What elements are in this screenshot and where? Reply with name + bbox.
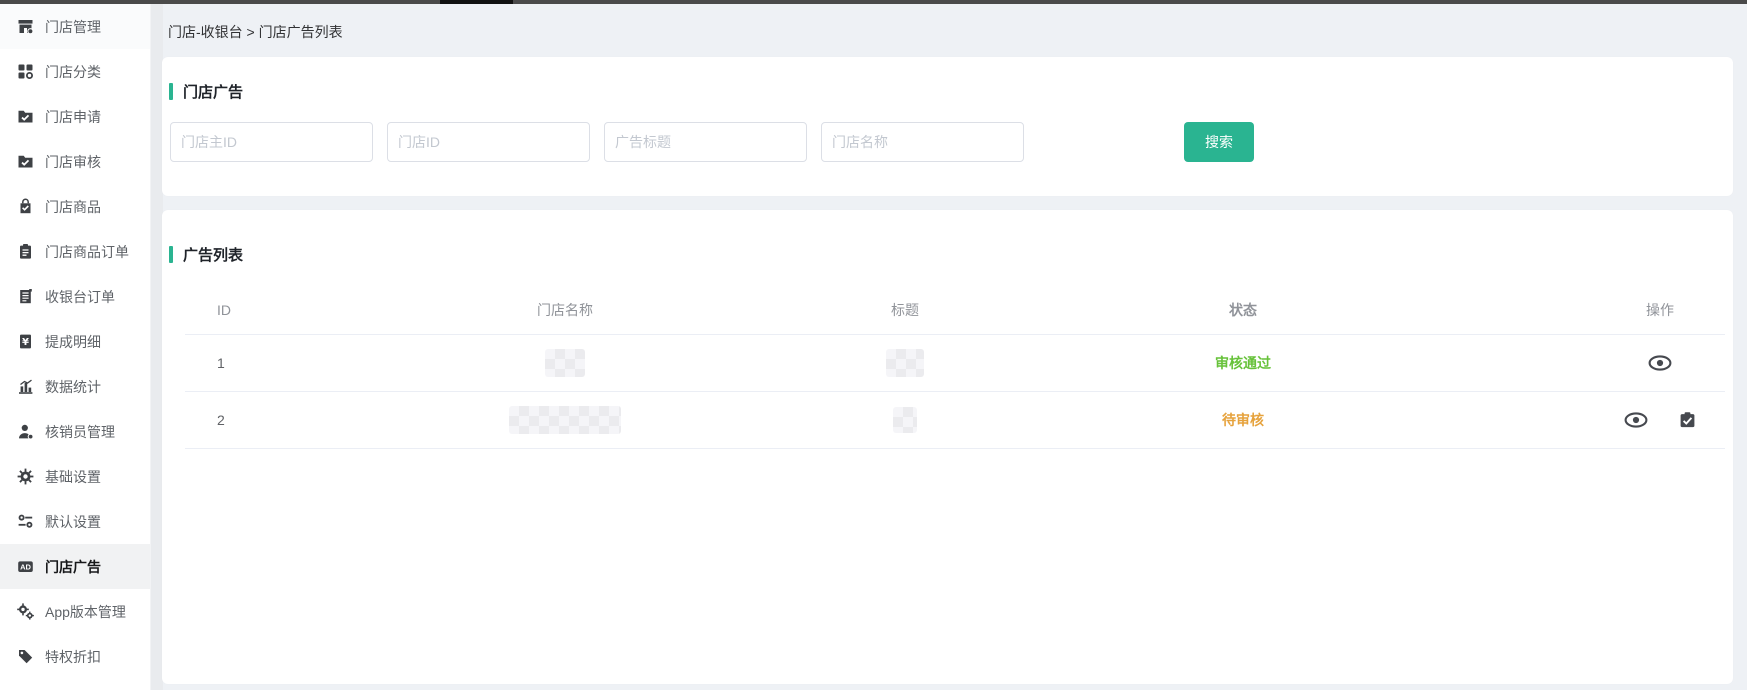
sidebar-item-label: 数据统计 [45, 377, 101, 397]
action-cell [1648, 355, 1672, 372]
sidebar-item-label: 默认设置 [45, 512, 101, 532]
sidebar-item-2[interactable]: 门店分类 [0, 49, 150, 94]
column-header-title: 标题 [891, 300, 919, 320]
storefront-icon [17, 18, 34, 35]
status-badge: 审核通过 [1215, 353, 1271, 373]
view-eye-icon[interactable] [1624, 412, 1648, 429]
window-top-edge-marker [440, 0, 513, 4]
sidebar-item-13[interactable]: AD 门店广告 [0, 544, 150, 589]
sidebar-item-14[interactable]: App版本管理 [0, 589, 150, 634]
cell-id: 1 [217, 355, 225, 371]
action-cell [1624, 412, 1696, 429]
ad-icon: AD [17, 558, 34, 575]
svg-text:¥: ¥ [22, 337, 29, 348]
list-card-title: 广告列表 [169, 244, 243, 265]
sidebar-item-label: 门店分类 [45, 62, 101, 82]
sidebar-menu: 门店管理门店分类门店申请门店审核门店商品门店商品订单收银台订单 ¥ 提成明细数据统计… [0, 4, 150, 679]
gear-icon [17, 468, 34, 485]
search-card-title: 门店广告 [169, 81, 243, 102]
sliders-icon [17, 513, 34, 530]
sidebar-item-15[interactable]: 特权折扣 [0, 634, 150, 679]
search-button[interactable]: 搜索 [1184, 122, 1254, 162]
cell-title-redacted [886, 349, 924, 377]
sidebar-item-label: 门店审核 [45, 152, 101, 172]
yen-book-icon: ¥ [17, 333, 34, 350]
sidebar-item-label: 特权折扣 [45, 647, 101, 667]
status-badge: 待审核 [1222, 410, 1264, 430]
table-header-row: ID 门店名称 标题 状态 操作 [185, 286, 1725, 335]
bag-icon [17, 198, 34, 215]
sidebar-item-4[interactable]: 门店审核 [0, 139, 150, 184]
folder-check-icon [17, 153, 34, 170]
gears-icon [17, 603, 34, 620]
approve-check-icon[interactable] [1679, 412, 1696, 429]
sidebar-item-9[interactable]: 数据统计 [0, 364, 150, 409]
title-accent-bar [169, 83, 173, 100]
sidebar-item-7[interactable]: 收银台订单 [0, 274, 150, 319]
filter-input-4[interactable] [821, 122, 1024, 162]
ad-table: ID 门店名称 标题 状态 操作 1 审核通过 2 待审核 [185, 286, 1725, 449]
sidebar-item-label: 收银台订单 [45, 287, 115, 307]
cell-id: 2 [217, 412, 225, 428]
sidebar-item-label: App版本管理 [45, 602, 126, 622]
sidebar-item-5[interactable]: 门店商品 [0, 184, 150, 229]
sidebar-item-label: 基础设置 [45, 467, 101, 487]
sidebar-item-label: 核销员管理 [45, 422, 115, 442]
sidebar-item-label: 门店广告 [45, 557, 101, 577]
cell-store-name-redacted [509, 406, 621, 434]
column-header-name: 门店名称 [537, 300, 593, 320]
sidebar-item-label: 提成明细 [45, 332, 101, 352]
sidebar-item-11[interactable]: 基础设置 [0, 454, 150, 499]
tag-icon [17, 648, 34, 665]
window-top-edge [0, 0, 1747, 4]
column-header-action: 操作 [1646, 300, 1674, 320]
table-row: 2 待审核 [185, 392, 1725, 449]
filter-input-1[interactable] [170, 122, 373, 162]
sidebar-item-label: 门店管理 [45, 17, 101, 37]
filter-input-3[interactable] [604, 122, 807, 162]
sidebar-item-6[interactable]: 门店商品订单 [0, 229, 150, 274]
svg-text:AD: AD [20, 563, 31, 572]
title-accent-bar [169, 246, 173, 263]
sidebar-item-3[interactable]: 门店申请 [0, 94, 150, 139]
filter-input-2[interactable] [387, 122, 590, 162]
sidebar-item-label: 门店商品 [45, 197, 101, 217]
user-badge-icon [17, 423, 34, 440]
grid-icon [17, 63, 34, 80]
sidebar: 门店管理门店分类门店申请门店审核门店商品门店商品订单收银台订单 ¥ 提成明细数据统计… [0, 4, 150, 690]
filter-inputs: 搜索 [170, 122, 1254, 162]
sidebar-item-8[interactable]: ¥ 提成明细 [0, 319, 150, 364]
ad-list-card: 广告列表 ID 门店名称 标题 状态 操作 1 审核通过 2 待审核 [162, 210, 1733, 684]
bar-chart-icon [17, 378, 34, 395]
sidebar-item-partial[interactable] [0, 679, 150, 690]
clipboard-icon [17, 243, 34, 260]
search-card-title-text: 门店广告 [183, 81, 243, 102]
folder-check-icon [17, 108, 34, 125]
sidebar-item-label: 门店商品订单 [45, 242, 129, 262]
view-eye-icon[interactable] [1648, 355, 1672, 372]
receipt-icon [17, 288, 34, 305]
column-header-id: ID [217, 302, 231, 318]
sidebar-item-12[interactable]: 默认设置 [0, 499, 150, 544]
list-card-title-text: 广告列表 [183, 244, 243, 265]
search-card: 门店广告 搜索 [162, 57, 1733, 196]
cell-title-redacted [893, 407, 917, 433]
column-header-status: 状态 [1229, 300, 1257, 320]
sidebar-item-10[interactable]: 核销员管理 [0, 409, 150, 454]
sidebar-item-1[interactable]: 门店管理 [0, 4, 150, 49]
breadcrumb: 门店-收银台 > 门店广告列表 [168, 22, 343, 42]
cell-store-name-redacted [545, 349, 585, 377]
sidebar-item-label: 门店申请 [45, 107, 101, 127]
table-row: 1 审核通过 [185, 335, 1725, 392]
